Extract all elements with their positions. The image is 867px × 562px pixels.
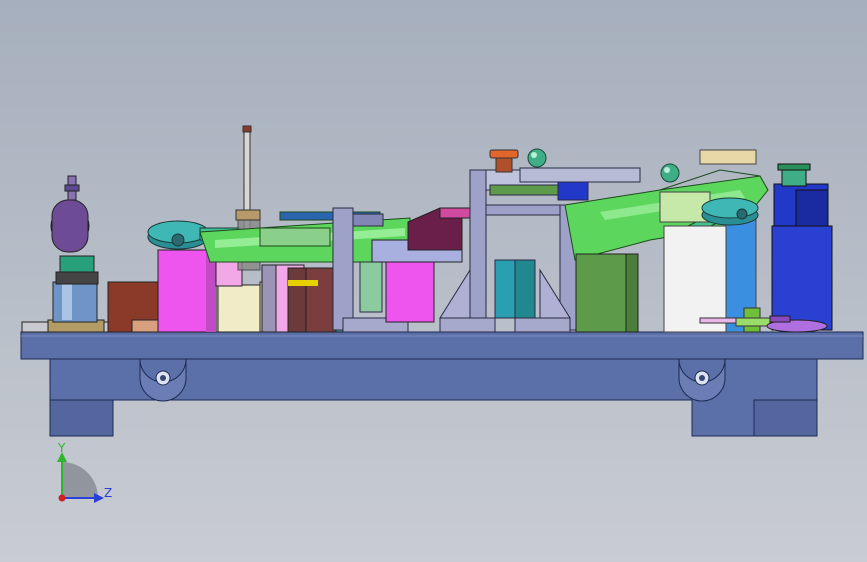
orange-knob[interactable] [489,149,519,173]
y-axis-label: Y [57,441,66,455]
axis-triad: Y Z [57,441,112,503]
assembly-drawing: Y Z [20,125,864,503]
blue-clamp[interactable] [771,163,833,331]
origin-point-icon [58,494,66,502]
magenta-block-left[interactable] [157,249,217,333]
block-brown-left[interactable] [107,281,159,333]
z-axis-arrow-icon [94,493,104,503]
dial-gauge[interactable] [21,175,109,333]
cyan-wheel[interactable] [701,197,759,226]
green-ball-handle[interactable] [527,148,547,168]
green-ball-right[interactable] [660,163,680,183]
maroon-wedge[interactable] [407,207,471,251]
z-axis-label: Z [104,486,112,500]
olive-block[interactable] [575,253,639,333]
cad-viewport[interactable]: Y Z [0,0,867,562]
